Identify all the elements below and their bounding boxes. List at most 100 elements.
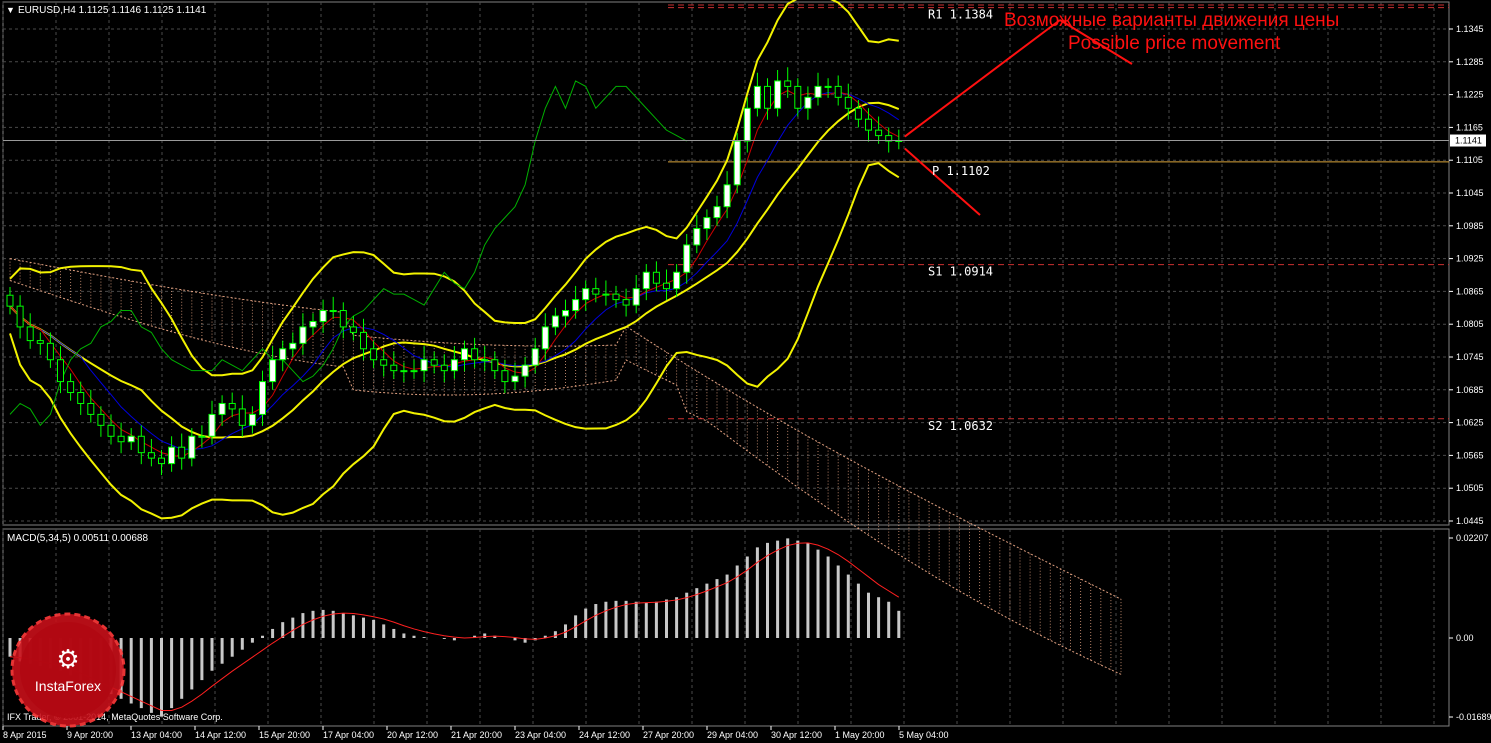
time-tick-label: 17 Apr 04:00 (323, 730, 374, 740)
forecast-up-line (904, 19, 1061, 138)
candle-body (541, 326, 549, 350)
time-axis: 8 Apr 2015 9 Apr 20:00 13 Apr 04:00 14 Apr … (2, 726, 949, 740)
candle-body (824, 85, 832, 88)
candle-body (127, 435, 135, 443)
candle-body (349, 326, 357, 333)
candle-body (713, 206, 721, 219)
candle-body (360, 331, 367, 350)
candle-body (67, 381, 75, 394)
instaforex-logo: ⚙ InstaForex (10, 612, 126, 728)
time-tick-label: 27 Apr 20:00 (643, 730, 694, 740)
candle-body (703, 217, 711, 230)
candle-body (642, 271, 650, 290)
time-tick-label: 21 Apr 20:00 (451, 730, 502, 740)
time-tick-label: 23 Apr 04:00 (515, 730, 566, 740)
candle-body (36, 340, 44, 344)
candle-body (440, 364, 448, 372)
candle-body (663, 282, 670, 290)
candle-body (471, 348, 479, 361)
macd-tick-label: -0.01689 (1456, 712, 1491, 722)
candle-body (652, 271, 660, 284)
price-tick-label: 1.0925 (1456, 254, 1484, 264)
cloud-span-b (9, 279, 1122, 675)
candle-body (390, 364, 398, 372)
candle-body (683, 244, 691, 273)
annotation-en: Possible price movement (1068, 33, 1281, 54)
candle-body (592, 288, 600, 295)
candle-body (632, 288, 640, 306)
time-tick-label: 9 Apr 20:00 (67, 730, 113, 740)
candle-body (450, 359, 458, 372)
trading-chart[interactable]: 0.02207 0.00 -0.01689 1.1345 1.1285 1.1225 1.… (0, 0, 1491, 743)
price-tick-label: 1.0685 (1456, 385, 1484, 395)
candle-body (814, 85, 822, 98)
candle-body (804, 96, 812, 109)
candle-body (77, 392, 85, 404)
candle-body (198, 435, 206, 438)
candle-body (6, 294, 14, 307)
pivot-label-1: P 1.1102 (932, 164, 990, 178)
candle-body (784, 80, 792, 87)
candle-body (602, 293, 610, 296)
price-tick-label: 1.1285 (1456, 57, 1484, 67)
candle-body (622, 299, 630, 306)
current-price-label: 1.1141 (1455, 136, 1482, 146)
candle-body (329, 310, 337, 313)
candle-body (137, 435, 145, 454)
bollinger-lower (9, 162, 900, 520)
candle-body (572, 299, 580, 312)
candle-body (875, 129, 883, 137)
price-tick-label: 1.0505 (1456, 483, 1484, 493)
candle-body (16, 305, 24, 328)
time-tick-label: 14 Apr 12:00 (195, 730, 246, 740)
candle-body (562, 310, 569, 317)
bollinger-upper (9, 0, 899, 377)
candle-body (319, 310, 327, 322)
candle-body (57, 359, 64, 383)
time-tick-label: 20 Apr 12:00 (387, 730, 438, 740)
candle-body (380, 359, 388, 366)
candle-body (693, 228, 701, 246)
candle-body (743, 107, 751, 142)
time-tick-label: 30 Apr 12:00 (771, 730, 822, 740)
time-tick-label: 5 May 04:00 (899, 730, 949, 740)
candle-body (582, 288, 590, 301)
annotation-ru: Возможные варианты движения цены (1004, 10, 1339, 31)
macd-signal-line (9, 542, 900, 711)
time-tick-label: 24 Apr 12:00 (579, 730, 630, 740)
candle-body (218, 402, 226, 415)
candle-body (97, 413, 105, 426)
candle-body (46, 342, 54, 361)
candle-body (339, 310, 347, 328)
candle-body (834, 85, 842, 98)
candle-body (521, 364, 529, 377)
logo-text: InstaForex (35, 678, 101, 694)
candle-body (188, 435, 196, 459)
candle-body (491, 359, 499, 372)
candle-body (289, 342, 297, 350)
candle-body (269, 359, 277, 383)
candle-body (299, 326, 307, 344)
candle-body (410, 370, 418, 373)
candle-body (794, 85, 802, 109)
candle-body (673, 271, 681, 290)
time-tick-label: 29 Apr 04:00 (707, 730, 758, 740)
candle-body (147, 452, 155, 459)
candle-body (26, 326, 34, 342)
candle-body (511, 375, 519, 383)
price-tick-label: 1.1045 (1456, 188, 1484, 198)
candle-body (612, 293, 620, 301)
price-tick-label: 1.1105 (1456, 155, 1483, 165)
chevron-down-icon[interactable]: ▼ (6, 5, 15, 15)
time-tick-label: 1 May 20:00 (835, 730, 885, 740)
pivot-label-0: R1 1.1384 (928, 8, 993, 22)
candle-body (420, 359, 428, 372)
bollinger-middle (9, 101, 900, 439)
candle-body (228, 402, 236, 410)
forecast-down-line (904, 147, 981, 216)
candle-body (178, 446, 186, 459)
time-tick-label: 8 Apr 2015 (3, 730, 47, 740)
price-tick-label: 1.0565 (1456, 450, 1484, 460)
candle-body (501, 370, 509, 383)
candle-body (430, 359, 438, 366)
